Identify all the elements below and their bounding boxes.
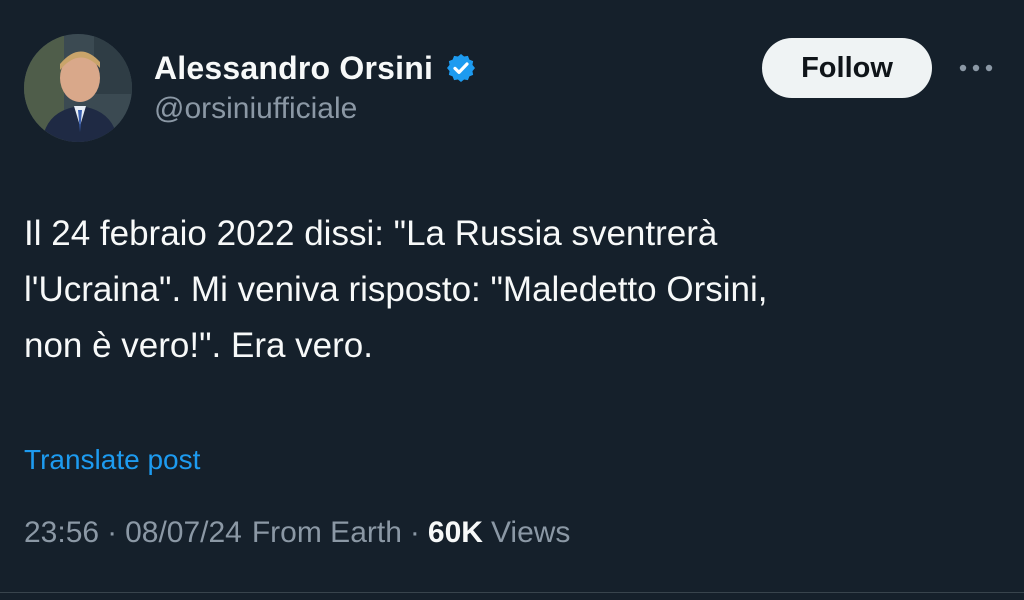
verified-badge-icon: [445, 52, 477, 84]
post-meta: 23:56 · 08/07/24 From Earth · 60K Views: [24, 516, 570, 550]
more-horizontal-icon[interactable]: [956, 58, 996, 78]
post-date[interactable]: 08/07/24: [125, 516, 242, 550]
post-text-line: non è vero!". Era vero.: [24, 326, 373, 365]
meta-separator: ·: [409, 516, 420, 549]
translate-post-link[interactable]: Translate post: [24, 444, 200, 476]
author-display-name[interactable]: Alessandro Orsini: [154, 50, 433, 87]
author-handle[interactable]: @orsiniufficiale: [154, 92, 357, 126]
post-time[interactable]: 23:56: [24, 516, 99, 550]
views-count[interactable]: 60K: [428, 516, 483, 550]
avatar[interactable]: [24, 34, 132, 142]
follow-button[interactable]: Follow: [762, 38, 932, 98]
views-label[interactable]: Views: [491, 516, 570, 550]
post-text: Il 24 febraio 2022 dissi: "La Russia sve…: [24, 206, 984, 374]
post-text-line: l'Ucraina". Mi veniva risposto: "Maledet…: [24, 270, 768, 309]
meta-separator: ·: [107, 516, 118, 549]
avatar-photo: [24, 34, 132, 142]
post-text-line: Il 24 febraio 2022 dissi: "La Russia sve…: [24, 214, 718, 253]
divider: [0, 592, 1024, 593]
author-name-row: Alessandro Orsini: [154, 46, 477, 90]
post-page: Alessandro Orsini @orsiniufficiale Follo…: [0, 0, 1024, 600]
post-location: From Earth: [251, 516, 402, 549]
